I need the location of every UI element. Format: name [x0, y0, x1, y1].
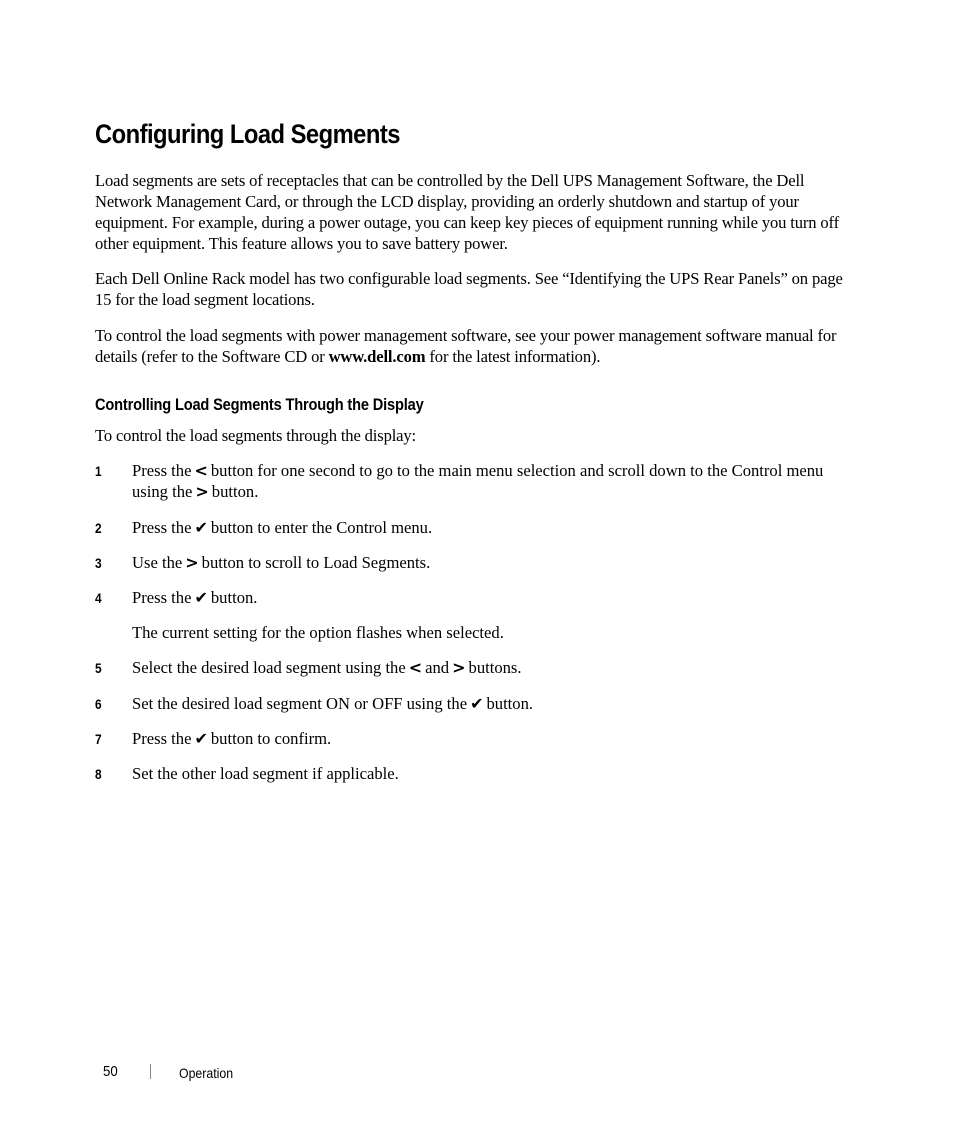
- check-icon: ✔: [470, 694, 484, 713]
- step-text-part: Select the desired load segment using th…: [132, 658, 406, 677]
- page-title: Configuring Load Segments: [95, 119, 400, 149]
- step-text-part: button.: [210, 588, 258, 607]
- step-text-part: button to confirm.: [210, 729, 332, 748]
- step-number: 1: [95, 463, 102, 479]
- step-number: 2: [95, 520, 102, 536]
- step-text: Use the > button to scroll to Load Segment…: [132, 552, 852, 573]
- step-number: 6: [95, 696, 102, 712]
- left-arrow-icon: <: [408, 658, 423, 677]
- software-paragraph-end: for the latest information).: [425, 347, 601, 366]
- step-text: Press the ✔ button to confirm.: [132, 728, 852, 749]
- step-number: 3: [95, 555, 102, 571]
- step-4-note: The current setting for the option flash…: [132, 623, 504, 642]
- left-arrow-icon: <: [194, 461, 208, 480]
- document-page: Configuring Load Segments Load segments …: [0, 0, 954, 1145]
- section-heading: Controlling Load Segments Through the Di…: [95, 395, 424, 414]
- step-text-part: buttons.: [468, 658, 522, 677]
- step-text-part: Press the: [132, 518, 192, 537]
- footer-divider: [150, 1064, 151, 1079]
- step-text-part: Press the: [132, 461, 192, 480]
- step-text: Select the desired load segment using th…: [132, 657, 852, 678]
- step-number: 5: [95, 660, 102, 676]
- step-text-part: button.: [211, 482, 259, 501]
- step-text: Press the ✔ button.: [132, 587, 852, 608]
- step-text-part: Set the other load segment if applicable…: [132, 764, 399, 783]
- step-number: 4: [95, 590, 102, 606]
- step-text-part: Press the: [132, 588, 192, 607]
- step-text-part: and: [425, 658, 450, 677]
- right-arrow-icon: >: [195, 482, 209, 501]
- step-text-part: Use the: [132, 553, 183, 572]
- step-text-part: button to scroll to Load Segments.: [201, 553, 431, 572]
- step-number: 8: [95, 766, 102, 782]
- models-paragraph: Each Dell Online Rack model has two conf…: [95, 268, 855, 310]
- step-text: Set the other load segment if applicable…: [132, 763, 852, 784]
- step-text-part: button.: [486, 694, 534, 713]
- steps-intro: To control the load segments through the…: [95, 426, 417, 445]
- intro-paragraph: Load segments are sets of receptacles th…: [95, 171, 839, 253]
- step-text-part: Press the: [132, 729, 192, 748]
- right-arrow-icon: >: [185, 553, 199, 572]
- models-paragraph-text: Each Dell Online Rack model has two conf…: [95, 269, 843, 309]
- footer-section-label: Operation: [179, 1065, 234, 1081]
- software-paragraph: To control the load segments with power …: [95, 325, 855, 367]
- check-icon: ✔: [194, 518, 208, 537]
- check-icon: ✔: [194, 729, 208, 748]
- page-number: 50: [103, 1063, 118, 1080]
- step-text-part: button to enter the Control menu.: [210, 518, 433, 537]
- step-text: Press the ✔ button to enter the Control me…: [132, 517, 852, 538]
- step-text-part: Set the desired load segment ON or OFF u…: [132, 694, 468, 713]
- step-text: Set the desired load segment ON or OFF u…: [132, 693, 852, 714]
- step-number: 7: [95, 731, 102, 747]
- right-arrow-icon: >: [452, 658, 466, 677]
- step-text: Press the < button for one second to go to…: [132, 460, 852, 502]
- dell-website-link[interactable]: www.dell.com: [329, 347, 426, 366]
- check-icon: ✔: [194, 588, 208, 607]
